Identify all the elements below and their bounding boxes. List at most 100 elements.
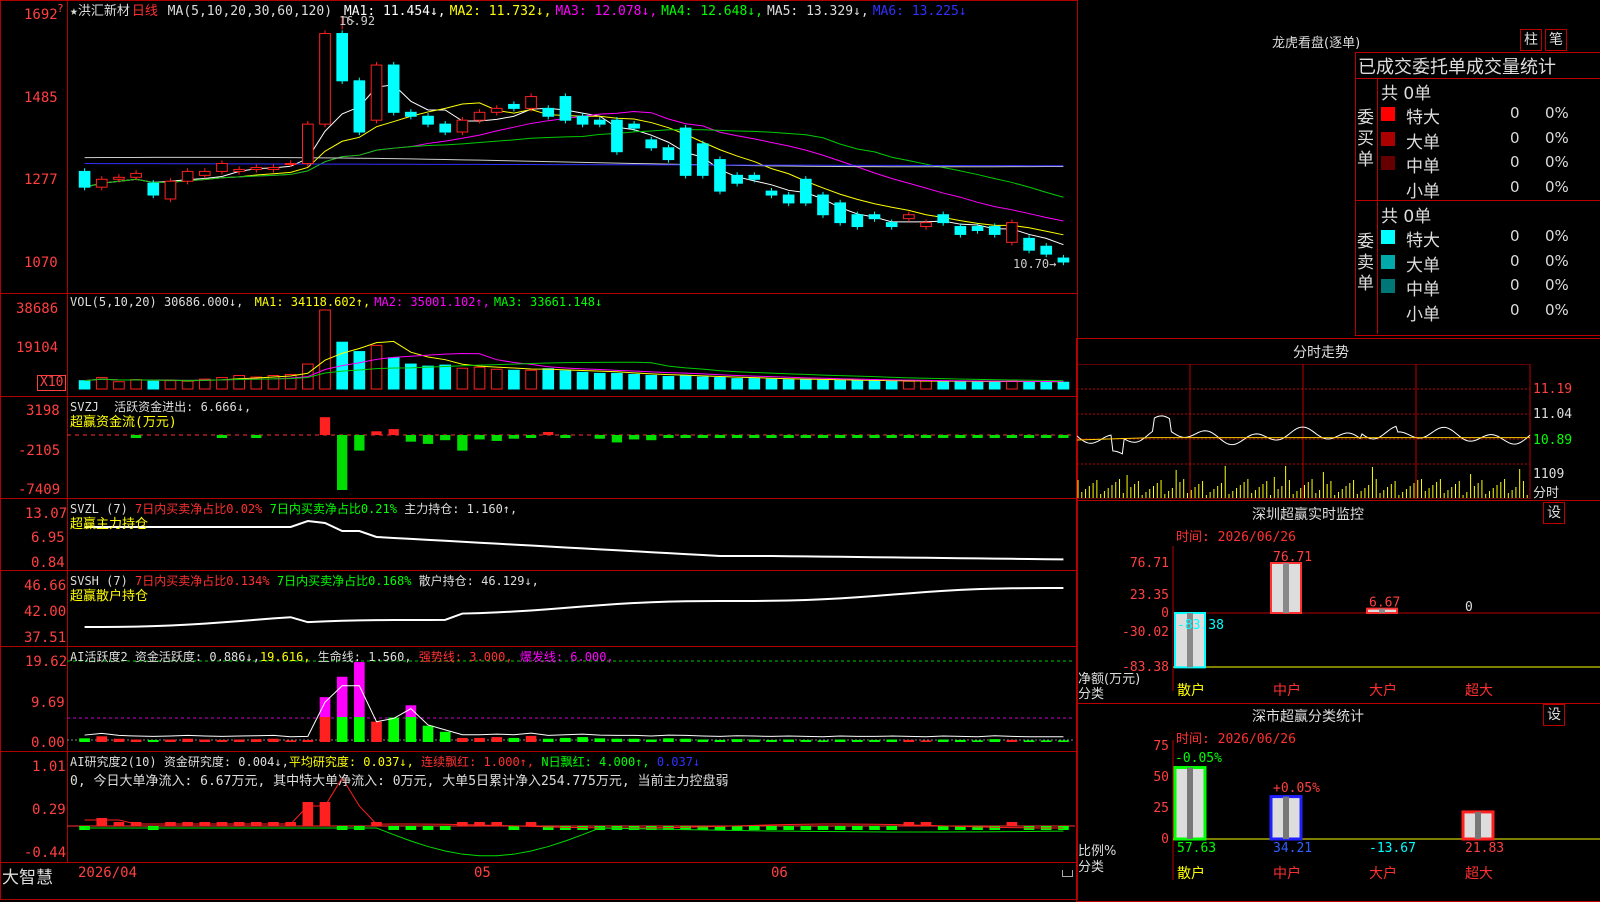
volume-bar	[147, 380, 160, 390]
fund-flow-bar	[1041, 435, 1052, 438]
sz2-value-label: -13.67	[1369, 841, 1416, 856]
volume-ma-line	[84, 352, 1064, 383]
sz-monitor-chart: 76.7123.350-30.02-83.38-83.38散户76.71中户6.…	[1122, 546, 1600, 696]
ai-research-tick: -0.44	[24, 845, 67, 861]
order-pct: 0%	[1545, 128, 1569, 147]
candle-body	[611, 119, 623, 153]
volume-bar	[387, 357, 400, 390]
candle-body	[473, 111, 486, 121]
research-bar	[989, 826, 1001, 830]
ma-value: 11.454↓,	[383, 4, 446, 19]
svzl-line2: 超赢主力持仓	[70, 517, 149, 532]
candle-body	[525, 96, 537, 109]
activity-bar	[216, 739, 228, 742]
activity-bar	[972, 740, 983, 742]
sz-class-settings-button[interactable]: 设	[1543, 704, 1565, 726]
fund-flow-bar	[440, 435, 451, 441]
order-size-row: 特大 0 0%	[1381, 103, 1600, 128]
ai-research-label: AI研究度2(10)	[70, 755, 157, 769]
fund-flow-bar	[130, 435, 142, 438]
fund-flow-bar	[972, 435, 983, 438]
stroke-view-button[interactable]: 笔	[1545, 29, 1567, 51]
candle-body	[645, 139, 658, 149]
activity-bar	[800, 739, 812, 742]
candle-body	[868, 214, 881, 220]
activity-bar	[611, 738, 623, 742]
ma-value: 12.648↓,	[700, 4, 763, 19]
activity-bar	[955, 739, 966, 742]
fund-flow-bar	[405, 435, 417, 442]
activity-bar	[680, 738, 691, 742]
svzl-t1: 7日内买卖净占比0.02%	[135, 502, 263, 516]
intraday-chart[interactable]	[1077, 364, 1600, 499]
sz2-value-label: 57.63	[1177, 841, 1216, 856]
sell-side-label: 委卖单	[1357, 232, 1374, 294]
activity-bar	[594, 738, 606, 742]
activity-bar	[285, 740, 296, 742]
activity-bar	[268, 738, 279, 742]
candle-body	[1040, 245, 1053, 255]
buy-total: 共 0单	[1381, 84, 1432, 104]
order-size-swatch	[1381, 131, 1395, 146]
lock-icon[interactable]	[1062, 870, 1073, 877]
vol-ma-name: MA2:	[374, 295, 411, 309]
order-size-row: 小单 0 0%	[1381, 177, 1600, 202]
activity-bar	[766, 739, 777, 742]
order-size-name: 中单	[1406, 280, 1440, 300]
activity-bar	[147, 739, 159, 742]
fund-flow-bar	[422, 435, 434, 444]
candle-body	[439, 123, 452, 133]
vol-unit-box: X10	[37, 375, 67, 391]
research-bar	[457, 822, 468, 826]
buy-side-label: 委买单	[1357, 108, 1374, 170]
ai-research-summary: 0, 今日大单净流入: 6.67万元, 其中特大单净流入: 0万元, 大单5日累…	[70, 774, 729, 789]
sz2-category-label: 中户	[1273, 865, 1301, 882]
volume-bar	[628, 373, 640, 390]
volume-ma-line	[84, 361, 1064, 382]
stock-name[interactable]: ★洪汇新材	[70, 4, 130, 19]
fund-flow-bar	[388, 429, 399, 435]
kline-tick: 1277	[24, 172, 58, 188]
order-size-swatch	[1381, 107, 1395, 121]
scroll-up-icon[interactable]: ?	[57, 2, 64, 15]
sz-monitor-settings-button[interactable]: 设	[1543, 502, 1565, 524]
period-label[interactable]: 日线	[132, 4, 158, 19]
high-label: 16.92	[339, 14, 376, 28]
svzl-t3: 主力持仓: 1.160↑,	[404, 502, 518, 516]
candle-body	[164, 180, 177, 200]
ai-research-t1: 资金研究度: 0.004↓,	[163, 755, 289, 769]
volume-bar	[233, 374, 245, 390]
candle-body	[679, 127, 692, 176]
brand-label[interactable]: 大智慧	[2, 863, 53, 888]
sz-class-chart: 75 50 25 0 57.63 散户 34.21 中户 -13.67 大户 21.83 超大 -0.0…	[1153, 740, 1600, 882]
intraday-price-tick: 10.89	[1533, 433, 1573, 448]
activity-bar	[645, 739, 657, 742]
volume-bar	[954, 381, 967, 390]
ai-research-t4: N日飘红: 4.000↑,	[541, 755, 650, 769]
fund-flow-bar	[491, 435, 502, 441]
ma-line	[84, 102, 1064, 236]
dragon-tiger-subtitle: 已成交委托单成交量统计	[1358, 57, 1556, 78]
candle-body	[937, 214, 950, 224]
ma-name: MA6:	[872, 4, 912, 19]
trading-terminal: ★洪汇新材 日线 MA(5,10,20,30,60,120) MA1: 11.45…	[0, 0, 1600, 902]
volume-bar	[542, 368, 555, 390]
candle-body	[78, 170, 91, 188]
order-pct: 0%	[1545, 104, 1569, 122]
candle-body	[920, 222, 932, 228]
bar-view-button[interactable]: 柱	[1520, 29, 1542, 51]
candle-body	[971, 226, 984, 231]
order-count: 0	[1510, 300, 1520, 319]
activity-bar	[182, 738, 193, 742]
fund-flow-bar	[354, 435, 365, 451]
intraday-price-tick: 11.04	[1533, 407, 1573, 422]
svsh-t2: 7日内买卖净占比0.168%	[276, 574, 412, 588]
fund-flow-bar	[783, 435, 794, 438]
order-size-name: 小单	[1406, 181, 1440, 202]
retail-position-line	[84, 587, 1064, 628]
activity-bar	[491, 737, 503, 742]
kline-header: ★洪汇新材 日线 MA(5,10,20,30,60,120) MA1: 11.45…	[70, 0, 967, 19]
research-bar	[525, 822, 537, 826]
order-count: 0	[1510, 128, 1520, 147]
svzl-tick: 6.95	[31, 530, 65, 546]
